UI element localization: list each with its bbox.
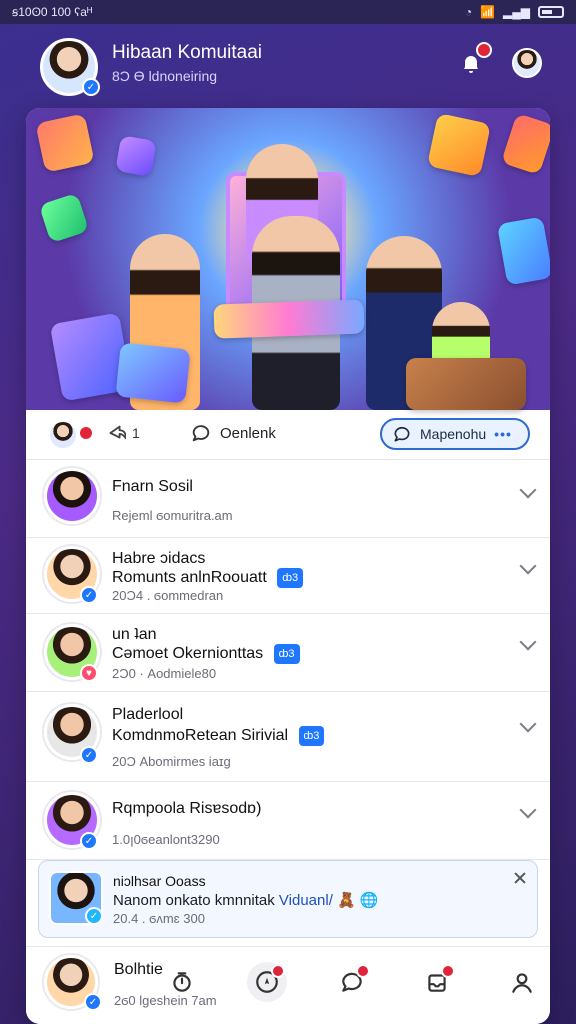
group-name-line1: un ʇan	[112, 626, 157, 643]
status-right: ◔ 📶 ▂▄▆	[465, 5, 564, 19]
group-avatar	[44, 468, 100, 524]
globe-icon: 🌐	[359, 892, 379, 909]
verified-badge-icon: ✓	[80, 746, 98, 764]
top-header: ✓ Hibaan Komuitaai 8Ͻ Ɵ Ɩdnoneiring	[0, 24, 576, 110]
status-bar: ꞩ10ʘ0 100 ʕaᴴ ◔ 📶 ▂▄▆	[0, 0, 576, 24]
membership-button[interactable]: Mapenohu •••	[380, 418, 530, 450]
suggested-group-description-emphasis: Viduanl/	[278, 892, 333, 909]
bottom-peek	[46, 1016, 514, 1024]
group-name-line2: Cəmoet Okernionttas ȸ3	[112, 644, 300, 664]
wifi-icon: 📶	[480, 5, 496, 19]
timer-icon	[173, 972, 191, 992]
action-badge	[78, 425, 94, 441]
group-name: Fnarn Sosil	[112, 478, 193, 495]
group-name-text: Romunts anlnRoouatt	[112, 569, 267, 587]
group-row[interactable]: Fnarn Sosil Rejeml ϭomuritra.am	[26, 460, 550, 538]
hero-floating-tile	[38, 192, 90, 244]
badge-icon: ♥	[80, 664, 98, 682]
suggested-group-card[interactable]: ✓ niɔlhsar Ooass Nanom onkato kmnnitak V…	[38, 860, 538, 938]
nav-badge	[356, 964, 370, 978]
verified-badge-icon: ✓	[85, 907, 103, 925]
nav-messages-button[interactable]	[332, 962, 372, 1002]
suggested-group-title: niɔlhsar Ooass	[113, 873, 206, 889]
group-tag: ȸ3	[298, 726, 325, 746]
hero-image	[26, 108, 550, 410]
chevron-down-icon[interactable]	[519, 481, 537, 499]
group-meta: Rejeml ϭomuritra.am	[112, 508, 233, 523]
chevron-down-icon[interactable]	[519, 557, 537, 575]
emoji-icon: 🧸	[337, 892, 356, 909]
verified-badge-icon: ✓	[82, 78, 100, 96]
bottom-nav-icons	[162, 957, 542, 1007]
hero-floating-tile	[426, 112, 492, 178]
header-avatar-button[interactable]	[510, 46, 544, 80]
comment-label: Oenlenk	[220, 424, 276, 442]
post-action-row: 1 Oenlenk Mapenohu •••	[26, 410, 550, 460]
group-meta: 20Ͻ Abomirmes iaɪg	[112, 754, 231, 769]
signal-icon: ▂▄▆	[503, 5, 530, 19]
hero-device	[115, 342, 191, 404]
clock-icon: ◔	[464, 5, 473, 19]
notification-button[interactable]	[454, 42, 492, 80]
share-count: 1	[132, 425, 140, 441]
speech-bubble-icon	[394, 426, 410, 442]
hero-floating-tile	[500, 113, 550, 175]
suggested-group-description: Nanom onkato kmnnitak Viduanl/ 🧸 🌐	[113, 891, 379, 909]
hero-floating-tile	[496, 216, 550, 286]
nav-timer-button[interactable]	[162, 962, 202, 1002]
group-tag: ȸ3	[273, 644, 300, 664]
nav-explore-button[interactable]	[247, 962, 287, 1002]
group-row[interactable]: ✓ Habre ɔidacs Romunts anlnRoouatt ȸ3 20…	[26, 538, 550, 614]
chevron-down-icon[interactable]	[519, 801, 537, 819]
comment-button[interactable]: Oenlenk	[190, 422, 276, 444]
nav-profile-button[interactable]	[502, 962, 542, 1002]
group-name-line1: Habre ɔidacs	[112, 550, 206, 567]
group-name-text: Cəmoet Okernionttas	[112, 645, 264, 663]
nav-badge	[441, 964, 455, 978]
battery-icon	[538, 6, 564, 18]
share-button[interactable]: 1	[104, 422, 140, 444]
status-time: ꞩ10ʘ0 100 ʕaᴴ	[12, 5, 93, 19]
membership-label: Mapenohu	[420, 426, 487, 442]
action-avatar[interactable]	[48, 420, 78, 450]
nav-inbox-button[interactable]	[417, 962, 457, 1002]
hero-floating-tile	[115, 135, 157, 177]
user-icon	[512, 973, 532, 993]
hero-floating-tile	[35, 113, 95, 173]
hero-desk	[406, 358, 526, 410]
group-meta: 20Ͻ4 . ϭommedran	[112, 588, 224, 603]
avatar-icon	[512, 48, 542, 78]
group-row[interactable]: ✓ Pladerlool KomdnmoRetean Sirivial ȸ3 2…	[26, 692, 550, 782]
verified-badge-icon: ✓	[84, 993, 102, 1011]
group-name-text: KomdnmoRetean Sirivial	[112, 727, 289, 745]
group-tag: ȸ3	[277, 568, 304, 588]
page-title: Hibaan Komuitaai	[112, 42, 262, 63]
bottom-title: Bolhtie	[114, 961, 163, 978]
group-meta: 2Ͻ0 · Aodmiele80	[112, 666, 217, 681]
hero-tablet	[213, 299, 365, 339]
group-name-line2: Romunts anlnRoouatt ȸ3	[112, 568, 304, 588]
suggested-group-description-prefix: Nanom onkato kmnnitak	[113, 892, 275, 909]
group-name-line1: Pladerlool	[112, 706, 184, 723]
nav-badge	[271, 964, 285, 978]
bottom-bar: ✓ Bolhtie 2ϭ0 lgeshein 7am	[26, 946, 550, 1024]
group-meta: 1.0ꞁ0ϭeanlont3290	[112, 832, 220, 847]
group-name-line2: KomdnmoRetean Sirivial ȸ3	[112, 726, 325, 746]
notification-badge	[476, 42, 492, 58]
close-icon[interactable]	[513, 871, 527, 885]
group-row[interactable]: ✓ Rqmpoola Risɐsodɒ) 1.0ꞁ0ϭeanlont3290	[26, 782, 550, 860]
chevron-down-icon[interactable]	[519, 715, 537, 733]
page-subtitle: 8Ͻ Ɵ Ɩdnoneiring	[112, 68, 218, 84]
group-row[interactable]: ♥ un ʇan Cəmoet Okernionttas ȸ3 2Ͻ0 · Ao…	[26, 614, 550, 692]
share-icon	[109, 425, 126, 440]
community-card: 1 Oenlenk Mapenohu ••• Fnarn Sosil Rejem…	[26, 108, 550, 1024]
verified-badge-icon: ✓	[80, 586, 98, 604]
verified-badge-icon: ✓	[80, 832, 98, 850]
more-dots-icon: •••	[494, 426, 512, 442]
group-name: Rqmpoola Risɐsodɒ)	[112, 800, 262, 817]
suggested-group-meta: 20.4 . ϭʌmɛ 300	[113, 911, 205, 926]
comment-icon	[192, 425, 210, 442]
chevron-down-icon[interactable]	[519, 633, 537, 651]
